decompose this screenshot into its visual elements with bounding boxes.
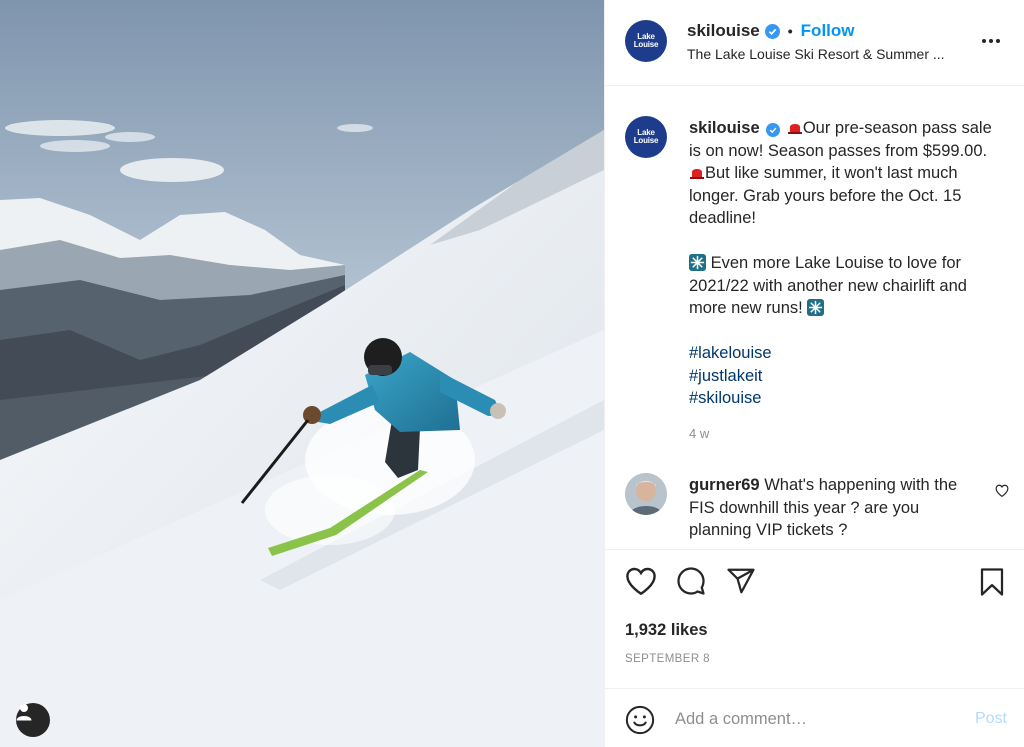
username-link[interactable]: skilouise bbox=[687, 21, 760, 41]
comment-bubble-icon bbox=[677, 567, 705, 595]
add-comment-bar: Post bbox=[605, 688, 1024, 747]
like-count[interactable]: 1,932 likes bbox=[625, 621, 708, 640]
post-photo[interactable] bbox=[0, 0, 604, 747]
post-comment-button[interactable]: Post bbox=[975, 710, 1007, 728]
caption-line-2: But like summer, it won't last much long… bbox=[689, 164, 962, 227]
user-tag-icon bbox=[16, 704, 32, 721]
post-side-panel: Lake Louise skilouise • Follow The Lake … bbox=[604, 0, 1024, 747]
verified-badge-icon bbox=[764, 23, 780, 39]
hashtag-link[interactable]: #justlakeit bbox=[689, 365, 1004, 388]
siren-emoji-icon bbox=[690, 169, 704, 179]
comment-input[interactable] bbox=[675, 707, 955, 731]
logo-text: Louise bbox=[633, 40, 659, 49]
share-button[interactable] bbox=[725, 566, 757, 601]
hashtag-link[interactable]: #lakelouise bbox=[689, 342, 1004, 365]
comment-username[interactable]: gurner69 bbox=[689, 476, 760, 494]
header-user-row: skilouise • Follow bbox=[687, 21, 855, 41]
location-subtitle[interactable]: The Lake Louise Ski Resort & Summer ... bbox=[687, 46, 945, 62]
caption-avatar[interactable]: Lake Louise bbox=[625, 116, 667, 158]
comment-like-button[interactable] bbox=[995, 484, 1009, 502]
user-tag-button[interactable] bbox=[16, 703, 50, 737]
snowflake-emoji-icon bbox=[689, 254, 706, 271]
caption: skilouise Our pre-season pass sale is on… bbox=[689, 117, 1004, 410]
comment-button[interactable] bbox=[675, 566, 707, 601]
post-header: Lake Louise skilouise • Follow The Lake … bbox=[605, 0, 1024, 86]
emoji-button[interactable] bbox=[625, 705, 655, 740]
siren-emoji-icon bbox=[787, 124, 802, 134]
comment: gurner69 What's happening with the FIS d… bbox=[689, 474, 979, 542]
separator: • bbox=[787, 23, 793, 39]
verified-badge-icon bbox=[766, 123, 781, 137]
post-date[interactable]: SEPTEMBER 8 bbox=[625, 653, 710, 665]
snowflake-emoji-icon bbox=[807, 299, 825, 316]
commenter-avatar[interactable] bbox=[625, 473, 667, 515]
post-age[interactable]: 4 w bbox=[689, 426, 709, 441]
heart-icon bbox=[626, 567, 656, 596]
paper-plane-icon bbox=[727, 568, 755, 594]
save-button[interactable] bbox=[977, 566, 1007, 603]
like-button[interactable] bbox=[625, 566, 657, 601]
hashtag-link[interactable]: #skilouise bbox=[689, 387, 1004, 410]
bookmark-icon bbox=[980, 568, 1004, 596]
logo-text: Louise bbox=[633, 136, 659, 145]
skier-photo bbox=[0, 0, 604, 747]
avatar[interactable]: Lake Louise bbox=[625, 20, 667, 62]
smiley-icon bbox=[625, 705, 655, 735]
more-options-icon[interactable] bbox=[977, 30, 1005, 52]
caption-username[interactable]: skilouise bbox=[689, 119, 760, 137]
follow-button[interactable]: Follow bbox=[801, 21, 855, 41]
post-actions: 1,932 likes SEPTEMBER 8 bbox=[605, 549, 1024, 688]
caption-line-3: Even more Lake Louise to love for 2021/2… bbox=[689, 254, 967, 317]
heart-icon bbox=[995, 484, 1009, 498]
comments-section[interactable]: Lake Louise skilouise Our pre-season pas… bbox=[605, 87, 1024, 549]
